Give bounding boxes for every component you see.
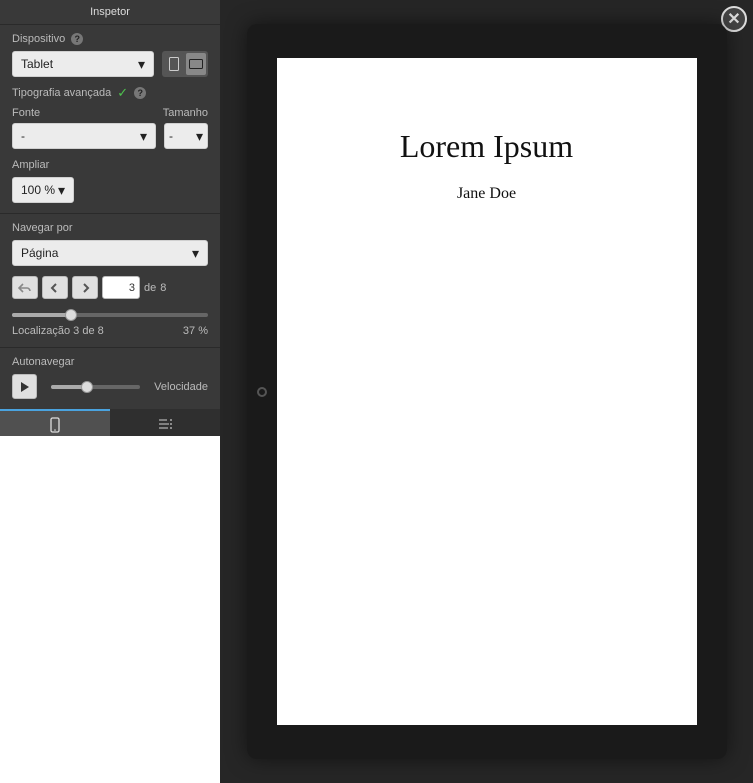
- orientation-toggle: [162, 51, 208, 77]
- tablet-frame: Lorem Ipsum Jane Doe: [247, 24, 727, 759]
- slider-thumb[interactable]: [65, 309, 77, 321]
- help-icon[interactable]: ?: [134, 87, 146, 99]
- location-slider[interactable]: [12, 313, 208, 317]
- book-title: Lorem Ipsum: [307, 128, 667, 165]
- page-input[interactable]: [102, 276, 140, 299]
- next-page-button[interactable]: [72, 276, 98, 299]
- percent-text: 37 %: [183, 325, 208, 337]
- font-label: Fonte: [12, 107, 155, 119]
- size-select[interactable]: - ▾: [164, 123, 208, 149]
- navigate-section: Navegar por Página ▾ de 8 Localização 3 …: [0, 214, 220, 348]
- inspector-sidebar: Inspetor Dispositivo ? Tablet ▾ Tipograf…: [0, 0, 220, 439]
- orientation-landscape-button[interactable]: [186, 53, 206, 75]
- location-text: Localização 3 de 8: [12, 325, 104, 337]
- speed-label: Velocidade: [154, 381, 208, 393]
- chevron-down-icon: ▾: [192, 245, 199, 262]
- tablet-screen: Lorem Ipsum Jane Doe: [277, 58, 697, 725]
- total-pages: 8: [160, 282, 166, 294]
- check-icon: ✓: [117, 85, 128, 101]
- chevron-down-icon: ▾: [140, 128, 147, 145]
- undo-button[interactable]: [12, 276, 38, 299]
- device-section: Dispositivo ? Tablet ▾ Tipografia avança…: [0, 25, 220, 214]
- play-button[interactable]: [12, 374, 37, 399]
- size-label: Tamanho: [163, 107, 208, 119]
- typography-label: Tipografia avançada ✓ ?: [12, 85, 208, 101]
- tab-device[interactable]: [0, 409, 110, 439]
- tab-list[interactable]: [110, 409, 220, 439]
- book-author: Jane Doe: [307, 185, 667, 203]
- chevron-down-icon: ▾: [138, 56, 145, 73]
- close-icon: ✕: [727, 9, 740, 29]
- prev-page-button[interactable]: [42, 276, 68, 299]
- bottom-tabs: [0, 409, 220, 439]
- chevron-down-icon: ▾: [196, 128, 203, 145]
- autonav-section: Autonavegar Velocidade: [0, 348, 220, 409]
- of-label: de: [144, 282, 156, 294]
- preview-overlay: ✕ Lorem Ipsum Jane Doe: [220, 0, 753, 783]
- font-select[interactable]: - ▾: [12, 123, 156, 149]
- chevron-down-icon: ▾: [58, 182, 65, 199]
- help-icon[interactable]: ?: [71, 33, 83, 45]
- slider-thumb[interactable]: [81, 381, 93, 393]
- home-button-icon: [257, 387, 267, 397]
- zoom-label: Ampliar: [12, 159, 208, 171]
- device-select[interactable]: Tablet ▾: [12, 51, 154, 77]
- inspector-title: Inspetor: [0, 0, 220, 25]
- orientation-portrait-button[interactable]: [164, 53, 184, 75]
- sidebar-lower-area: [0, 436, 220, 783]
- navigate-select[interactable]: Página ▾: [12, 240, 208, 266]
- autonav-label: Autonavegar: [12, 356, 208, 368]
- device-label: Dispositivo ?: [12, 33, 208, 45]
- list-icon: [157, 418, 173, 430]
- zoom-select[interactable]: 100 % ▾: [12, 177, 74, 203]
- device-icon: [47, 417, 63, 433]
- navigate-label: Navegar por: [12, 222, 208, 234]
- speed-slider[interactable]: [51, 385, 140, 389]
